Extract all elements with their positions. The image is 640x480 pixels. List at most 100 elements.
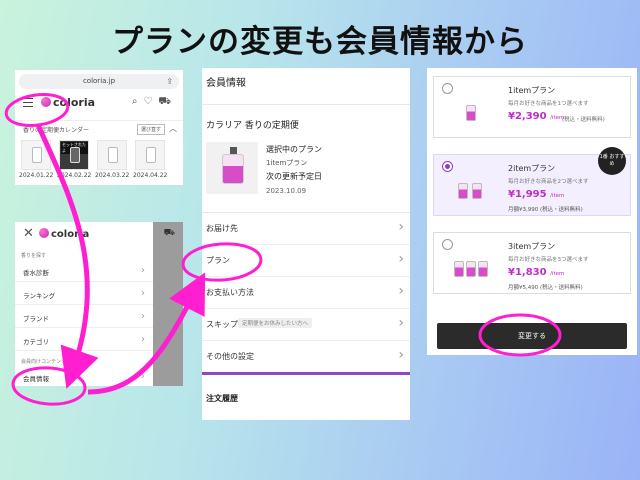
logo-text: coloria [53,96,96,109]
row-delivery-address[interactable]: お届け先 › [202,213,410,245]
plan-monthly: 月額¥5,490 (税込・送料無料) [508,285,583,291]
calendar-date: 2024.01.22 [19,172,54,179]
plan-select-screenshot: 1itemプラン 毎月お好きな商品を1つ選べます ¥2,390 /item (税… [427,68,637,355]
logo-mark-icon [41,97,51,107]
skip-hint: 定期便をお休みしたい方へ [238,318,313,328]
app-header: coloria ⌕♡⛟ [15,94,183,112]
current-plan-name: 1itemプラン [266,159,308,167]
menu-icon[interactable] [23,98,33,107]
order-history-heading[interactable]: 注文履歴 [206,393,238,404]
menu-item-member-info[interactable]: 会員情報 › [15,368,153,386]
price-unit: /item [550,193,565,199]
menu-header: ✕ coloria [15,222,153,246]
price-value: ¥1,995 [508,189,547,200]
plan-price: ¥1,995 /item [508,189,564,200]
menu-item-label: ブランド [23,315,49,323]
menu-item-category[interactable]: カテゴリ › [15,331,153,351]
plan-price: ¥2,390 /item [508,111,564,122]
radio-button-selected[interactable] [442,161,453,172]
bottle-icon [32,147,42,163]
page-title: 会員情報 [206,78,246,89]
calendar-cards: セットされたよ 2024.01.22 2024.02.22 2024.03.22… [15,140,183,179]
cart-icon[interactable]: ⛟ [158,96,177,107]
header-icons: ⌕♡⛟ [132,96,177,109]
bottle-icon [478,261,488,277]
menu-overlay[interactable]: ⛟ [153,222,183,386]
headline: プランの変更も会員情報から [112,24,528,60]
chevron-right-icon: › [141,371,145,382]
row-skip[interactable]: スキップ 定期便をお休みしたい方へ › [202,309,410,341]
calendar-header: 香りの定期便カレンダー 選び直す ︿ [15,120,183,136]
chevron-right-icon: › [398,315,404,331]
bottle-icon [108,147,118,163]
chevron-right-icon: › [141,311,145,322]
recommended-badge: 1番 おすすめ [598,147,626,175]
calendar-date: 2024.03.22 [95,172,130,179]
plan-card-3item[interactable]: 3itemプラン 毎月お好きな商品を3つ選べます ¥1,830 /item 月額… [433,232,631,294]
side-menu-screenshot: ⛟ ✕ coloria 香りを探す 香水診断 › ランキング › ブランド › カテゴ… [15,222,183,386]
heart-icon[interactable]: ♡ [143,96,158,107]
radio-button[interactable] [442,83,453,94]
plan-image [454,87,488,127]
chevron-right-icon: › [398,347,404,363]
plan-tax-note: (税込・送料無料) [562,117,605,123]
chevron-right-icon: › [141,334,145,345]
calendar-card[interactable] [97,140,127,170]
menu-item-ranking[interactable]: ランキング › [15,285,153,305]
calendar-card[interactable] [21,140,51,170]
calendar-card[interactable] [135,140,165,170]
plan-desc: 毎月お好きな商品を2つ選べます [508,179,589,185]
subscription-title: カラリア 香りの定期便 [206,121,299,131]
row-label: お支払い方法 [206,288,254,297]
plan-card-2item[interactable]: 2itemプラン 毎月お好きな商品を2つ選べます ¥1,995 /item 月額… [433,147,631,216]
perfume-bottle-icon [222,147,244,184]
menu-item-label: 会員情報 [23,375,49,383]
row-plan[interactable]: プラン › [202,245,410,277]
search-icon[interactable]: ⌕ [132,96,144,107]
chevron-right-icon: › [398,219,404,235]
menu-item-diagnosis[interactable]: 香水診断 › [15,262,153,282]
chevron-up-icon[interactable]: ︿ [169,123,177,134]
logo-mark-icon [39,228,49,238]
bottle-icon [454,261,464,277]
row-label: お届け先 [206,224,238,233]
plan-monthly: 月額¥3,990 (税込・送料無料) [508,207,583,213]
calendar-date: 2024.02.22 [57,172,92,179]
logo[interactable]: coloria [39,228,89,240]
app-top-screenshot: coloria.jp ⇪ coloria ⌕♡⛟ 香りの定期便カレンダー 選び直… [15,70,183,185]
calendar-date: 2024.04.22 [133,172,168,179]
calendar-title: 香りの定期便カレンダー [23,127,90,134]
accent-bar [202,372,410,375]
divider [202,104,410,105]
chevron-right-icon: › [141,288,145,299]
menu-item-brand[interactable]: ブランド › [15,308,153,328]
chevron-right-icon: › [398,251,404,267]
row-other-settings[interactable]: その他の設定 › [202,341,410,373]
logo[interactable]: coloria [41,96,95,109]
price-unit: /item [550,271,565,277]
row-label: プラン [206,256,230,265]
row-payment-method[interactable]: お支払い方法 › [202,277,410,309]
bottle-icon [472,183,482,199]
price-value: ¥2,390 [508,111,547,122]
bottle-icon [458,183,468,199]
radio-button[interactable] [442,239,453,250]
calendar-card-selected[interactable]: セットされたよ [59,140,89,170]
cart-icon[interactable]: ⛟ [164,228,175,239]
change-button[interactable]: 変更する [437,323,627,349]
bottle-icon [70,147,80,163]
reselect-button[interactable]: 選び直す [136,124,165,135]
close-icon[interactable]: ✕ [23,226,34,241]
plan-card-1item[interactable]: 1itemプラン 毎月お好きな商品を1つ選べます ¥2,390 /item (税… [433,76,631,138]
plan-price: ¥1,830 /item [508,267,564,278]
plan-image [206,142,258,194]
bottle-icon [466,105,476,121]
plan-name: 1itemプラン [508,86,556,95]
bottle-icon [146,147,156,163]
plan-desc: 毎月お好きな商品を3つ選べます [508,257,589,263]
menu-section-title: 会員向けコンテンツ [21,359,67,365]
chevron-right-icon: › [141,265,145,276]
url-bar[interactable]: coloria.jp ⇪ [19,74,179,89]
next-update-label: 次の更新予定日 [266,172,322,181]
share-icon[interactable]: ⇪ [166,74,173,89]
